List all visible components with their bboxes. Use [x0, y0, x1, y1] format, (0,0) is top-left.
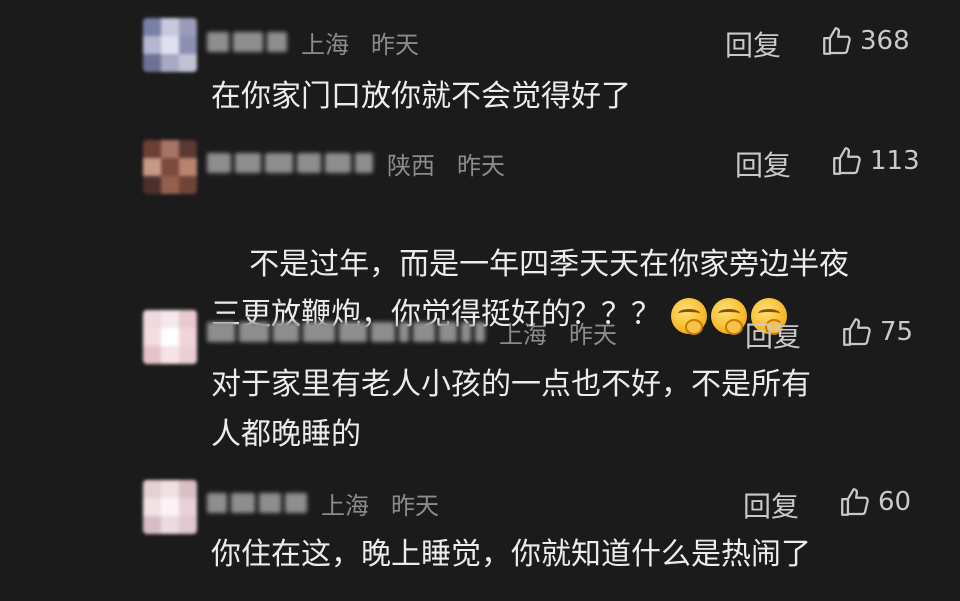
region-label: 上海	[301, 30, 349, 59]
comment-meta: 上海 昨天	[207, 312, 617, 352]
region-label: 上海	[499, 320, 547, 349]
like-button[interactable]: 368	[820, 24, 910, 58]
avatar[interactable]	[143, 310, 197, 364]
like-count: 113	[870, 146, 920, 176]
like-button[interactable]: 60	[838, 485, 911, 519]
comment-meta: 上海 昨天	[207, 22, 419, 62]
comment-text: 在你家门口放你就不会觉得好了	[211, 79, 631, 114]
time-label: 昨天	[391, 491, 439, 520]
comment-text: 你住在这，晚上睡觉，你就知道什么是热闹了	[211, 537, 811, 572]
username-blurred[interactable]	[207, 490, 307, 516]
comment-meta: 上海 昨天	[207, 483, 439, 523]
thinking-yawn-emoji-icon	[711, 297, 747, 335]
avatar[interactable]	[143, 140, 197, 194]
region-label: 上海	[321, 491, 369, 520]
reply-button[interactable]: 回复	[735, 144, 791, 184]
time-label: 昨天	[569, 320, 617, 349]
time-label: 昨天	[371, 30, 419, 59]
reply-button[interactable]: 回复	[743, 485, 799, 525]
username-blurred[interactable]	[207, 29, 287, 55]
region-label: 陕西	[387, 151, 435, 180]
avatar[interactable]	[143, 18, 197, 72]
like-button[interactable]: 75	[840, 315, 913, 349]
like-button[interactable]: 113	[830, 144, 920, 178]
avatar[interactable]	[143, 480, 197, 534]
thumbs-up-icon	[823, 27, 851, 55]
comment-meta: 陕西 昨天	[207, 143, 505, 183]
username-blurred[interactable]	[207, 319, 485, 345]
like-count: 75	[880, 317, 914, 347]
like-count: 60	[878, 487, 912, 517]
time-label: 昨天	[457, 151, 505, 180]
comment-text: 对于家里有老人小孩的一点也不好，不是所有 人都晚睡的	[211, 367, 811, 452]
thumbs-up-icon	[841, 488, 869, 516]
like-count: 368	[860, 26, 910, 56]
thinking-yawn-emoji-icon	[671, 297, 707, 335]
reply-button[interactable]: 回复	[725, 24, 781, 64]
username-blurred[interactable]	[207, 150, 373, 176]
reply-button[interactable]: 回复	[745, 315, 801, 355]
thumbs-up-icon	[843, 318, 871, 346]
thumbs-up-icon	[833, 147, 861, 175]
